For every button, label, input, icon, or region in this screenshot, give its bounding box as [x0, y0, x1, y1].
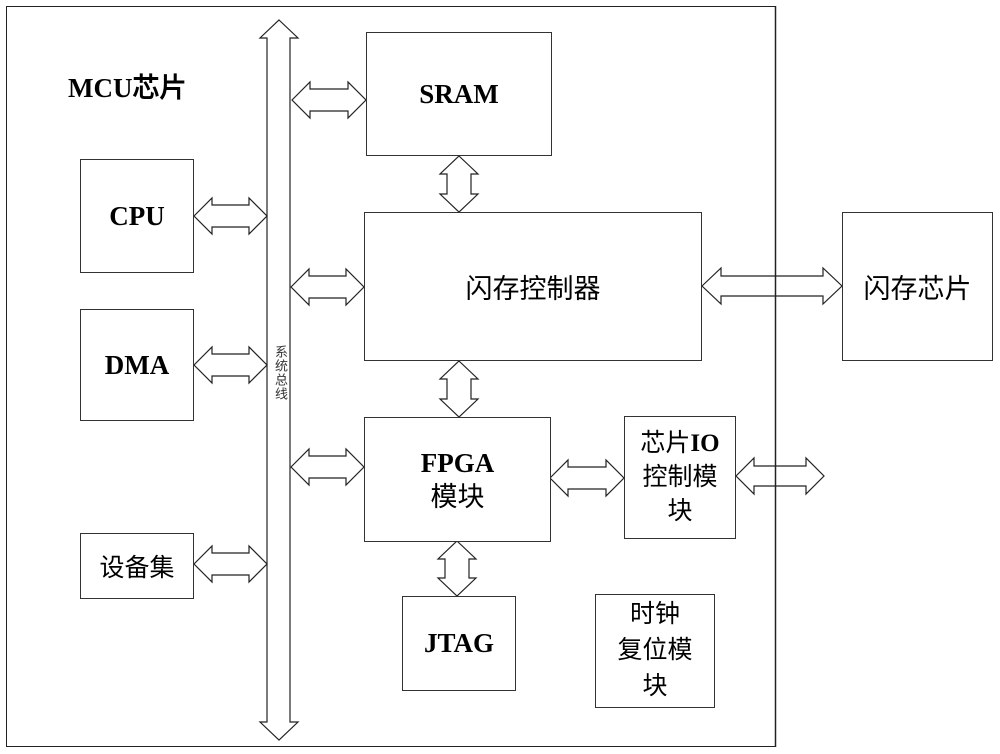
flash-controller-flash-chip-arrow: [701, 266, 843, 306]
chip-io-line1-cn: 芯片: [640, 429, 691, 457]
sram-block: SRAM: [366, 32, 552, 156]
jtag-block: JTAG: [402, 596, 516, 691]
fpga-label: FPGA: [420, 447, 495, 478]
fpga-module-label: 模块: [430, 481, 485, 512]
device-set-bus-arrow: [193, 544, 268, 584]
bus-flash-controller-arrow: [290, 267, 365, 307]
device-set-label: 设备集: [99, 555, 175, 582]
dma-bus-arrow: [193, 345, 268, 385]
flash-controller-fpga-arrow: [438, 360, 480, 418]
sram-flash-controller-arrow: [438, 155, 480, 213]
device-set-block: 设备集: [80, 533, 194, 599]
fpga-block: FPGA 模块: [364, 417, 551, 542]
clock-reset-block: 时钟 复位模 块: [595, 594, 715, 708]
clock-reset-line1: 时钟: [629, 601, 680, 628]
flash-controller-label: 闪存控制器: [465, 274, 601, 304]
cpu-label: CPU: [109, 200, 165, 231]
chip-io-external-arrow: [735, 456, 825, 496]
clock-reset-line2: 复位模: [617, 637, 693, 664]
flash-chip-block: 闪存芯片: [842, 212, 993, 361]
chip-io-line1: 芯片IO: [640, 427, 719, 461]
fpga-chip-io-arrow: [549, 458, 625, 498]
cpu-block: CPU: [80, 159, 194, 273]
cpu-bus-arrow: [193, 196, 268, 236]
chip-io-control-block: 芯片IO 控制模 块: [624, 416, 736, 539]
bus-fpga-arrow: [290, 447, 365, 487]
chip-io-line2: 控制模: [642, 463, 718, 491]
dma-label: DMA: [104, 349, 170, 380]
flash-chip-label: 闪存芯片: [863, 274, 972, 304]
chip-io-line3: 块: [667, 497, 693, 525]
system-bus-label: 系统总线: [272, 345, 287, 401]
chip-io-line1-en: IO: [690, 429, 720, 457]
jtag-label: JTAG: [423, 628, 494, 658]
dma-block: DMA: [80, 309, 194, 421]
sram-label: SRAM: [419, 78, 499, 109]
flash-controller-block: 闪存控制器: [364, 212, 702, 361]
bus-sram-arrow: [291, 80, 367, 120]
clock-reset-line3: 块: [642, 673, 668, 700]
fpga-jtag-arrow: [436, 540, 478, 597]
